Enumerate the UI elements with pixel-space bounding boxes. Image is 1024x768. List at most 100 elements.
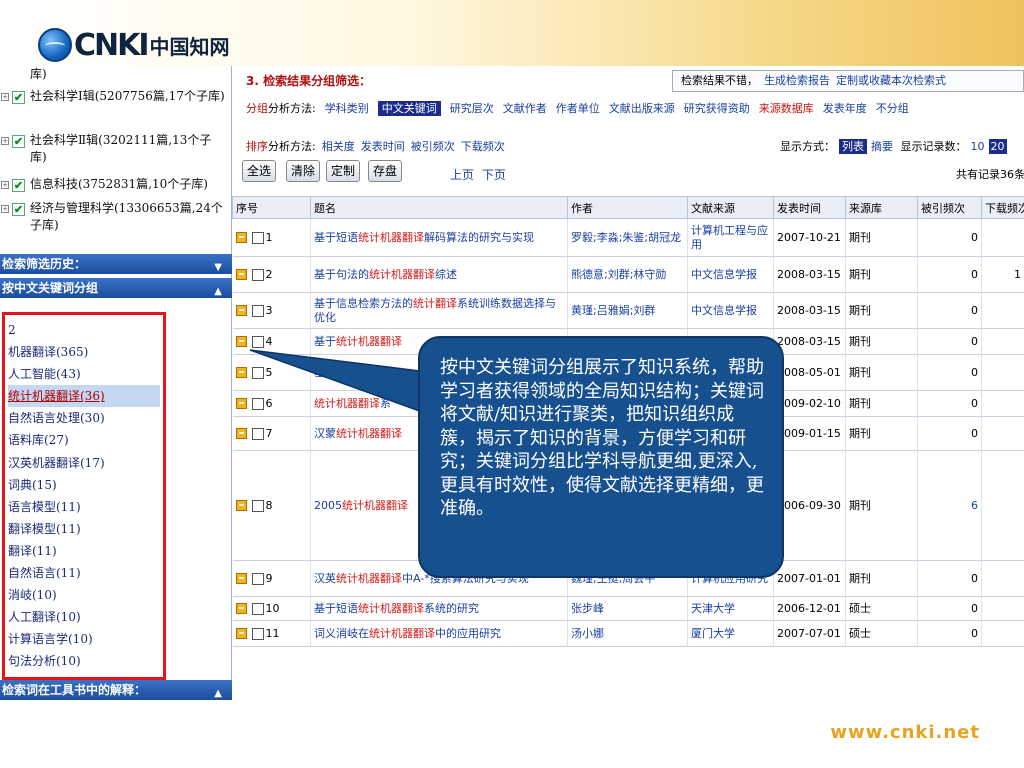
sort-option[interactable]: 发表时间 — [361, 140, 405, 153]
collapse-down-icon[interactable]: ▼ — [214, 258, 222, 278]
keyword-group-item[interactable]: 消岐(10) — [8, 584, 160, 606]
title-cell[interactable]: 基于短语统计机器翻译解码算法的研究与实现 — [310, 218, 568, 257]
column-header[interactable]: 来源库 — [845, 196, 918, 219]
keyword-group-item[interactable]: 语言模型(11) — [8, 496, 160, 518]
expand-icon[interactable]: + — [1, 137, 9, 145]
document-icon[interactable] — [235, 232, 247, 243]
database-checkbox[interactable]: ✔ — [12, 135, 25, 148]
keyword-group-item[interactable]: 语料库(27) — [8, 429, 160, 451]
document-icon[interactable] — [235, 336, 247, 347]
customize-button[interactable]: 定制 — [326, 160, 361, 182]
sort-option[interactable]: 下载频次 — [461, 140, 505, 153]
keyword-group-item[interactable]: 机器翻译(365) — [8, 341, 160, 363]
source-cell[interactable]: 计算机工程与应用 — [687, 218, 774, 257]
display-mode-option[interactable]: 列表 — [839, 139, 867, 154]
document-icon[interactable] — [235, 573, 247, 584]
table-row[interactable]: 3 基于信息检索方法的统计翻译系统训练数据选择与优化 黄瑾;吕雅娟;刘群 中文信息学报… — [232, 292, 1024, 329]
author-cell[interactable]: 罗毅;李淼;朱鉴;胡冠龙 — [567, 218, 688, 257]
table-row[interactable]: 10 基于短语统计机器翻译系统的研究 张步峰 天津大学 2006-12-01 硕士 0 — [232, 596, 1024, 621]
document-icon[interactable] — [235, 367, 247, 378]
sort-option[interactable]: 被引频次 — [411, 140, 455, 153]
row-checkbox[interactable] — [251, 427, 264, 440]
select-all-button[interactable]: 全选 — [242, 160, 277, 182]
row-checkbox[interactable] — [251, 572, 264, 585]
document-icon[interactable] — [235, 305, 247, 316]
keyword-group-item[interactable]: 句法分析(10) — [8, 650, 160, 672]
column-header[interactable]: 文献来源 — [687, 196, 774, 219]
column-header[interactable]: 被引频次 — [917, 196, 982, 219]
row-checkbox[interactable] — [251, 304, 264, 317]
expand-icon[interactable]: + — [1, 205, 9, 213]
keyword-group-item[interactable]: 词典(15) — [8, 474, 160, 496]
author-cell[interactable]: 汤小娜 — [567, 620, 688, 647]
row-checkbox[interactable] — [251, 627, 264, 640]
table-row[interactable]: 1 基于短语统计机器翻译解码算法的研究与实现 罗毅;李淼;朱鉴;胡冠龙 计算机工程与应… — [232, 218, 1024, 257]
column-header[interactable]: 下载频次 — [981, 196, 1024, 219]
source-cell[interactable]: 天津大学 — [687, 596, 774, 621]
document-icon[interactable] — [235, 500, 247, 511]
search-report-link[interactable]: 定制或收藏本次检索式 — [836, 74, 946, 87]
group-option[interactable]: 作者单位 — [556, 102, 600, 115]
author-cell[interactable]: 黄瑾;吕雅娟;刘群 — [567, 292, 688, 329]
clear-button[interactable]: 清除 — [286, 160, 321, 182]
keyword-group-item[interactable]: 计算语言学(10) — [8, 628, 160, 650]
document-icon[interactable] — [235, 269, 247, 280]
database-checkbox[interactable]: ✔ — [12, 179, 25, 192]
keyword-group-item[interactable]: 统计机器翻译(36) — [8, 385, 160, 408]
group-option[interactable]: 来源数据库 — [759, 102, 814, 115]
row-checkbox[interactable] — [251, 602, 264, 615]
document-icon[interactable] — [235, 628, 247, 639]
keyword-group-item[interactable]: 自然语言处理(30) — [8, 407, 160, 429]
keyword-group-bar[interactable]: 按中文关键词分组 ▲ — [0, 278, 232, 298]
keyword-group-item[interactable]: 汉英机器翻译(17) — [8, 452, 160, 474]
database-checkbox[interactable]: ✔ — [12, 203, 25, 216]
group-option[interactable]: 文献出版来源 — [609, 102, 675, 115]
keyword-group-item[interactable]: 人工智能(43) — [8, 363, 160, 385]
history-bar[interactable]: 检索筛选历史： ▼ — [0, 254, 232, 274]
title-cell[interactable]: 基于短语统计机器翻译系统的研究 — [310, 596, 568, 621]
record-count-option[interactable]: 10 — [971, 140, 985, 153]
author-cell[interactable]: 张步峰 — [567, 596, 688, 621]
source-cell[interactable]: 中文信息学报 — [687, 292, 774, 329]
prev-page-link[interactable]: 上页 — [450, 168, 474, 182]
keyword-group-item[interactable]: 2 — [8, 319, 160, 341]
row-checkbox[interactable] — [251, 366, 264, 379]
group-option[interactable]: 发表年度 — [823, 102, 867, 115]
record-count-option[interactable]: 20 — [988, 139, 1007, 154]
dictionary-bar[interactable]: 检索词在工具书中的解释： ▲ — [0, 680, 232, 700]
group-option[interactable]: 不分组 — [876, 102, 909, 115]
sort-option[interactable]: 相关度 — [322, 140, 355, 153]
search-report-link[interactable]: 生成检索报告 — [764, 74, 830, 87]
expand-icon[interactable]: + — [1, 93, 9, 101]
document-icon[interactable] — [235, 398, 247, 409]
display-mode-option[interactable]: 摘要 — [871, 140, 893, 153]
row-checkbox[interactable] — [251, 499, 264, 512]
row-checkbox[interactable] — [251, 268, 264, 281]
next-page-link[interactable]: 下页 — [482, 168, 506, 182]
column-header[interactable]: 作者 — [567, 196, 688, 219]
group-option[interactable]: 文献作者 — [503, 102, 547, 115]
save-button[interactable]: 存盘 — [368, 160, 403, 182]
table-row[interactable]: 11 词义消岐在统计机器翻译中的应用研究 汤小娜 厦门大学 2007-07-01 硕士 0 — [232, 620, 1024, 647]
keyword-group-item[interactable]: 翻译(11) — [8, 540, 160, 562]
expand-icon[interactable]: + — [1, 181, 9, 189]
row-checkbox[interactable] — [251, 397, 264, 410]
table-row[interactable]: 2 基于句法的统计机器翻译综述 熊德意;刘群;林守勋 中文信息学报 2008-03-15… — [232, 256, 1024, 293]
document-icon[interactable] — [235, 428, 247, 439]
column-header[interactable]: 发表时间 — [773, 196, 846, 219]
author-cell[interactable]: 熊德意;刘群;林守勋 — [567, 256, 688, 293]
database-checkbox[interactable]: ✔ — [12, 91, 25, 104]
row-checkbox[interactable] — [251, 335, 264, 348]
title-cell[interactable]: 基于句法的统计机器翻译综述 — [310, 256, 568, 293]
document-icon[interactable] — [235, 603, 247, 614]
title-cell[interactable]: 词义消岐在统计机器翻译中的应用研究 — [310, 620, 568, 647]
group-option[interactable]: 学科类别 — [325, 102, 369, 115]
group-option[interactable]: 研究获得资助 — [684, 102, 750, 115]
group-option[interactable]: 中文关键词 — [377, 101, 441, 116]
source-cell[interactable]: 厦门大学 — [687, 620, 774, 647]
title-cell[interactable]: 基于信息检索方法的统计翻译系统训练数据选择与优化 — [310, 292, 568, 329]
collapse-up-icon[interactable]: ▲ — [214, 282, 222, 302]
keyword-group-item[interactable]: 自然语言(11) — [8, 562, 160, 584]
column-header[interactable]: 序号 — [232, 196, 311, 219]
source-cell[interactable]: 中文信息学报 — [687, 256, 774, 293]
